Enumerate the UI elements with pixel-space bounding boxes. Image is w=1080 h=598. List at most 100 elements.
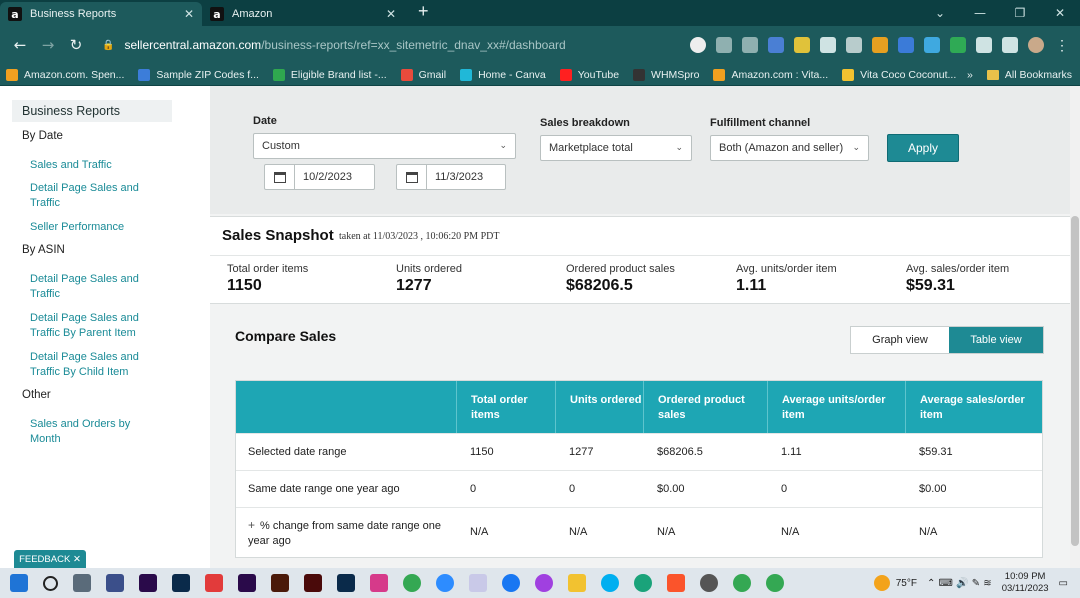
apply-button[interactable]: Apply xyxy=(887,134,959,162)
chrome-app-icon[interactable] xyxy=(403,574,421,592)
more-bookmarks-chevron[interactable]: » xyxy=(967,69,973,81)
calculator-app-icon[interactable] xyxy=(106,574,124,592)
bookmark-item[interactable]: YouTube xyxy=(559,68,619,81)
premiere-app-icon[interactable] xyxy=(139,574,157,592)
skype-app-icon[interactable] xyxy=(601,574,619,592)
tab-amazon[interactable]: a Amazon ✕ xyxy=(202,2,404,26)
extension-icon[interactable] xyxy=(898,37,914,53)
bookmark-item[interactable]: Vita Coco Coconut... xyxy=(842,68,956,81)
reload-icon[interactable]: ↻ xyxy=(62,36,90,54)
scrollbar-thumb[interactable] xyxy=(1071,216,1079,546)
restore-icon[interactable]: ❐ xyxy=(1000,6,1040,20)
feedback-button[interactable]: FEEDBACK ✕ xyxy=(14,550,86,568)
sales-breakdown-select[interactable]: Marketplace total ⌄ xyxy=(540,135,692,161)
sidebar-link-sales-orders-month[interactable]: Sales and Orders by Month xyxy=(30,417,150,447)
calendar-icon[interactable] xyxy=(397,165,427,189)
end-date-field[interactable]: 11/3/2023 xyxy=(396,164,506,190)
graph-view-button[interactable]: Graph view xyxy=(851,327,949,353)
tab-search-chevron-icon[interactable]: ⌄ xyxy=(920,6,960,20)
windows-start-icon[interactable] xyxy=(10,574,28,592)
sidebar-header[interactable]: Business Reports xyxy=(12,100,172,122)
table-view-button[interactable]: Table view xyxy=(949,327,1043,353)
bookmark-item[interactable]: Gmail xyxy=(400,68,447,81)
extension-icon[interactable] xyxy=(950,37,966,53)
tray-icons[interactable]: ⌃ ⌨ 🔊 ✎ ≋ xyxy=(927,578,992,589)
tab-business-reports[interactable]: a Business Reports ✕ xyxy=(0,2,202,26)
facebook-app-icon[interactable] xyxy=(502,574,520,592)
sidebar-link-seller-performance[interactable]: Seller Performance xyxy=(30,220,150,235)
start-date-field[interactable]: 10/2/2023 xyxy=(264,164,375,190)
table-cell: N/A xyxy=(657,526,676,538)
weather-widget[interactable]: 75°F xyxy=(873,575,917,591)
minimize-icon[interactable]: — xyxy=(960,6,1000,20)
column-header: Average units/order item xyxy=(767,381,905,433)
anydesk-app-icon[interactable] xyxy=(205,574,223,592)
sidebar-link-sales-and-traffic[interactable]: Sales and Traffic xyxy=(30,158,150,173)
all-bookmarks-link[interactable]: All Bookmarks xyxy=(1005,69,1072,81)
search-icon[interactable] xyxy=(43,575,58,591)
profile-avatar[interactable] xyxy=(1028,37,1044,53)
brave-app-icon[interactable] xyxy=(667,574,685,592)
new-tab-plus-icon[interactable]: + xyxy=(418,1,429,22)
sidebar-link-asin-detail-page[interactable]: Detail Page Sales and Traffic xyxy=(30,272,150,302)
bookmark-label: Gmail xyxy=(418,68,447,81)
photoshop-app-icon[interactable] xyxy=(172,574,190,592)
close-tab-icon[interactable]: ✕ xyxy=(184,7,194,21)
clock-date: 03/11/2023 xyxy=(1001,583,1049,594)
table-cell: Same date range one year ago xyxy=(248,482,400,495)
after-effects-app-icon[interactable] xyxy=(238,574,256,592)
close-tab-icon[interactable]: ✕ xyxy=(386,7,396,21)
extension-icon[interactable] xyxy=(794,37,810,53)
fulfillment-channel-select[interactable]: Both (Amazon and seller) ⌄ xyxy=(710,135,869,161)
bookmark-item[interactable]: WHMSpro xyxy=(633,68,699,81)
extension-icon[interactable] xyxy=(820,37,836,53)
puzzle-extensions-icon[interactable] xyxy=(976,37,992,53)
bookmark-favicon-icon xyxy=(6,68,18,81)
window-controls: ⌄ — ❐ ✕ xyxy=(920,0,1080,26)
settings-gear-icon[interactable] xyxy=(700,574,718,592)
bookmark-item[interactable]: Sample ZIP Codes f... xyxy=(138,68,259,81)
date-range-select[interactable]: Custom ⌄ xyxy=(253,133,516,159)
extension-icon[interactable] xyxy=(846,37,862,53)
sidebar-link-asin-parent-item[interactable]: Detail Page Sales and Traffic By Parent … xyxy=(30,311,150,341)
zoom-app-icon[interactable] xyxy=(436,574,454,592)
clock[interactable]: 10:09 PM 03/11/2023 xyxy=(1002,571,1049,595)
back-arrow-icon[interactable]: ← xyxy=(6,36,34,54)
close-window-icon[interactable]: ✕ xyxy=(1040,6,1080,20)
chrome-app-icon[interactable] xyxy=(733,574,751,592)
bookmark-item[interactable]: Eligible Brand list -... xyxy=(272,68,387,81)
browser-menu-icon[interactable]: ⋮ xyxy=(1054,37,1070,53)
edge-app-icon[interactable] xyxy=(634,574,652,592)
expand-plus-icon[interactable]: + xyxy=(248,518,255,533)
camera-app-icon[interactable] xyxy=(73,574,91,592)
calendar-icon[interactable] xyxy=(265,165,295,189)
share-icon[interactable] xyxy=(716,37,732,53)
amazon-favicon-icon: a xyxy=(8,7,22,21)
illustrator-app-icon[interactable] xyxy=(271,574,289,592)
extension-icon[interactable] xyxy=(924,37,940,53)
sidebar-link-asin-child-item[interactable]: Detail Page Sales and Traffic By Child I… xyxy=(30,350,150,380)
side-panel-icon[interactable] xyxy=(1002,37,1018,53)
extension-icon[interactable] xyxy=(872,37,888,53)
forward-arrow-icon[interactable]: → xyxy=(34,36,62,54)
file-explorer-icon[interactable] xyxy=(568,574,586,592)
messenger-app-icon[interactable] xyxy=(535,574,553,592)
notification-icon[interactable]: ▭ xyxy=(1059,578,1068,589)
google-icon[interactable] xyxy=(690,37,706,53)
page-scrollbar[interactable] xyxy=(1070,86,1080,568)
address-bar[interactable]: 🔒 sellercentral.amazon.com/business-repo… xyxy=(102,32,662,58)
chrome-app-icon[interactable] xyxy=(766,574,784,592)
translate-extension-icon[interactable] xyxy=(768,37,784,53)
photoshop-app-icon[interactable] xyxy=(337,574,355,592)
animate-app-icon[interactable] xyxy=(304,574,322,592)
snipping-tool-icon[interactable] xyxy=(469,574,487,592)
chevron-down-icon: ⌄ xyxy=(675,143,683,153)
bookmark-star-icon[interactable] xyxy=(742,37,758,53)
bookmark-item[interactable]: Amazon.com. Spen... xyxy=(6,68,124,81)
bookmark-item[interactable]: Amazon.com : Vita... xyxy=(713,68,828,81)
instagram-app-icon[interactable] xyxy=(370,574,388,592)
sidebar-link-detail-page-sales-traffic[interactable]: Detail Page Sales and Traffic xyxy=(30,181,150,211)
close-icon[interactable]: ✕ xyxy=(73,554,81,565)
table-cell: 1150 xyxy=(470,445,494,458)
bookmark-item[interactable]: Home - Canva xyxy=(460,68,546,81)
